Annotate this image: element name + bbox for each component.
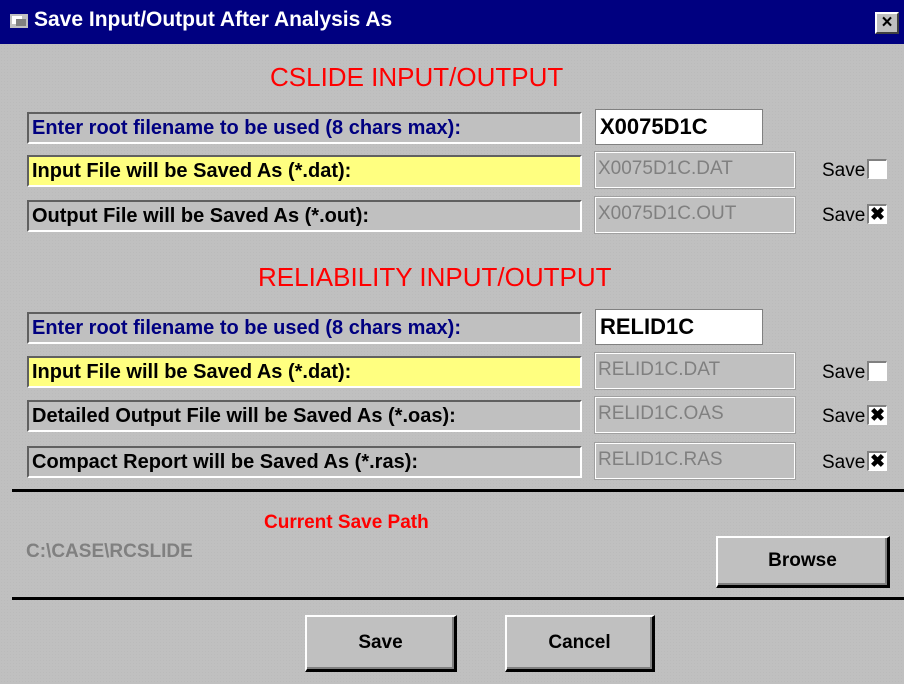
browse-button[interactable]: Browse	[716, 536, 890, 588]
reliability-detailed-save-checkbox[interactable]: ✖	[867, 405, 887, 425]
save-checkbox-label: Save	[822, 205, 866, 226]
reliability-detailed-output-label: Detailed Output File will be Saved As (*…	[27, 400, 582, 432]
current-save-path-value: C:\CASE\RCSLIDE	[26, 541, 193, 562]
cslide-input-file-label: Input File will be Saved As (*.dat):	[27, 155, 582, 187]
cslide-output-save-checkbox[interactable]: ✖	[867, 204, 887, 224]
title-bar[interactable]: Save Input/Output After Analysis As ×	[0, 0, 904, 44]
save-checkbox-label: Save	[822, 406, 866, 427]
current-save-path-title: Current Save Path	[264, 512, 429, 533]
reliability-compact-save-checkbox[interactable]: ✖	[867, 451, 887, 471]
divider-bottom	[12, 597, 904, 600]
cslide-input-save-checkbox[interactable]	[867, 159, 887, 179]
save-checkbox-label: Save	[822, 362, 866, 383]
reliability-compact-report-field[interactable]: RELID1C.RAS	[594, 442, 796, 480]
cancel-button[interactable]: Cancel	[505, 615, 655, 672]
divider-top	[12, 489, 904, 492]
save-checkbox-label: Save	[822, 160, 866, 181]
app-icon	[10, 14, 28, 28]
cslide-input-file-field[interactable]: X0075D1C.DAT	[594, 151, 796, 189]
cslide-output-file-field[interactable]: X0075D1C.OUT	[594, 196, 796, 234]
save-button[interactable]: Save	[305, 615, 457, 672]
reliability-input-save-checkbox[interactable]	[867, 361, 887, 381]
cslide-output-file-label: Output File will be Saved As (*.out):	[27, 200, 582, 232]
save-dialog: Save Input/Output After Analysis As × CS…	[0, 0, 904, 684]
reliability-compact-report-label: Compact Report will be Saved As (*.ras):	[27, 446, 582, 478]
cslide-section-title: CSLIDE INPUT/OUTPUT	[270, 62, 564, 92]
cslide-root-input[interactable]: X0075D1C	[595, 109, 763, 145]
reliability-root-input[interactable]: RELID1C	[595, 309, 763, 345]
reliability-section-title: RELIABILITY INPUT/OUTPUT	[258, 262, 612, 292]
close-button[interactable]: ×	[875, 12, 899, 34]
reliability-root-label: Enter root filename to be used (8 chars …	[27, 312, 582, 344]
reliability-input-file-label: Input File will be Saved As (*.dat):	[27, 356, 582, 388]
save-checkbox-label: Save	[822, 452, 866, 473]
reliability-detailed-output-field[interactable]: RELID1C.OAS	[594, 396, 796, 434]
window-title: Save Input/Output After Analysis As	[34, 8, 393, 31]
reliability-input-file-field[interactable]: RELID1C.DAT	[594, 352, 796, 390]
cslide-root-label: Enter root filename to be used (8 chars …	[27, 112, 582, 144]
